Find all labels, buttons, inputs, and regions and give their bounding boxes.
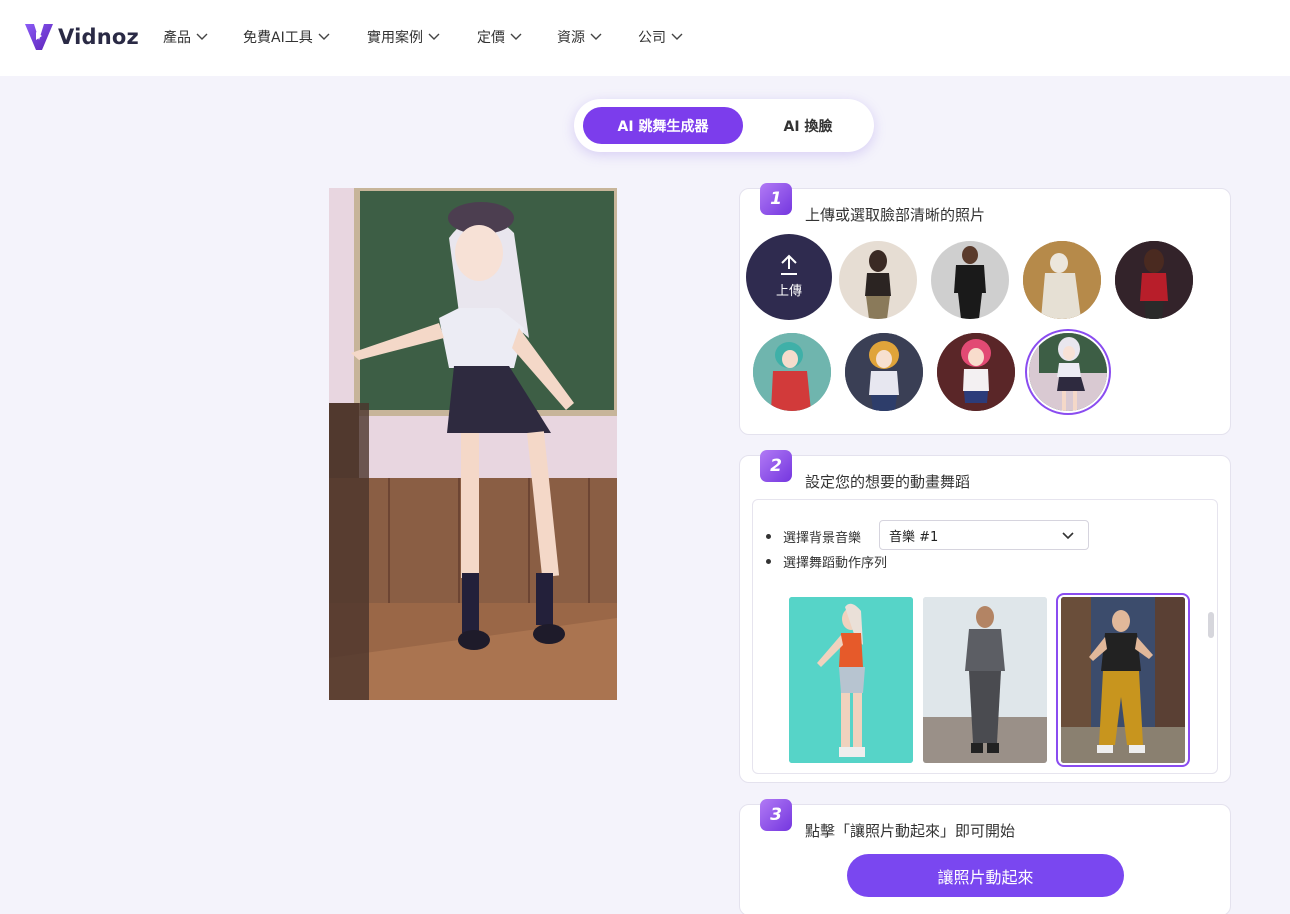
- chevron-down-icon: [318, 33, 330, 40]
- bullet-dot: [766, 534, 771, 539]
- music-bullet: 選擇背景音樂: [766, 527, 861, 546]
- chevron-down-icon: [590, 33, 602, 40]
- mode-toggle: AI 跳舞生成器 AI 換臉: [574, 99, 874, 152]
- step-number-badge: 2: [760, 450, 792, 482]
- step3-title: 點擊「讓照片動起來」即可開始: [805, 822, 1016, 840]
- sample-photo-anime-pink[interactable]: [937, 333, 1015, 411]
- sample-photo-woman-red[interactable]: [1115, 241, 1193, 319]
- chevron-down-icon: [1062, 532, 1074, 540]
- upload-label: 上傳: [775, 284, 802, 299]
- nav-label: 資源: [557, 30, 585, 46]
- scrollbar[interactable]: [1208, 612, 1214, 638]
- step1-title: 上傳或選取臉部清晰的照片: [805, 206, 986, 224]
- step2-card: 2 設定您的想要的動畫舞蹈 選擇背景音樂 音樂 #1 選擇舞蹈動作序列: [739, 450, 1231, 783]
- nav-resources[interactable]: 資源: [557, 26, 638, 48]
- music-select[interactable]: 音樂 #1: [879, 520, 1089, 550]
- dance-thumb-yellow-pants[interactable]: [1061, 597, 1185, 763]
- chevron-down-icon: [671, 33, 683, 40]
- step-number-badge: 3: [760, 799, 792, 831]
- nav-label: 免費AI工具: [243, 30, 313, 46]
- nav-label: 產品: [163, 30, 191, 46]
- logo-icon: [25, 24, 53, 50]
- site-header: Vidnoz 產品 免費AI工具 實用案例 定價 資源 公司: [0, 0, 1290, 76]
- sample-photo-anime-blonde[interactable]: [845, 333, 923, 411]
- chevron-down-icon: [510, 33, 522, 40]
- sample-photo-man-suit[interactable]: [931, 241, 1009, 319]
- vidnoz-logo[interactable]: Vidnoz: [22, 20, 139, 54]
- music-label: 選擇背景音樂: [783, 531, 862, 546]
- nav-label: 實用案例: [367, 30, 423, 46]
- nav-label: 定價: [477, 30, 505, 46]
- step3-card: 3 點擊「讓照片動起來」即可開始 讓照片動起來: [739, 799, 1231, 914]
- nav-free-ai-tools[interactable]: 免費AI工具: [243, 26, 367, 48]
- dance-bullet: 選擇舞蹈動作序列: [766, 552, 887, 571]
- nav-products[interactable]: 產品: [163, 26, 243, 48]
- upload-icon: [781, 254, 797, 275]
- dance-thumb-orange-top[interactable]: [789, 597, 913, 763]
- preview-image: [329, 188, 617, 700]
- bullet-dot: [766, 559, 771, 564]
- nav-pricing[interactable]: 定價: [477, 26, 557, 48]
- main-nav: 產品 免費AI工具 實用案例 定價 資源 公司: [163, 26, 698, 48]
- dance-label: 選擇舞蹈動作序列: [783, 556, 888, 571]
- step1-card: 1 上傳或選取臉部清晰的照片 上傳: [739, 183, 1231, 435]
- tab-ai-face-swap[interactable]: AI 換臉: [748, 107, 868, 144]
- upload-button[interactable]: 上傳: [746, 234, 832, 320]
- tab-ai-dance-generator[interactable]: AI 跳舞生成器: [583, 107, 743, 144]
- nav-use-cases[interactable]: 實用案例: [367, 26, 477, 48]
- nav-label: 公司: [638, 30, 666, 46]
- chevron-down-icon: [196, 33, 208, 40]
- dance-thumb-grey-shirt[interactable]: [923, 597, 1047, 763]
- chevron-down-icon: [428, 33, 440, 40]
- sample-photo-statue[interactable]: [1023, 241, 1101, 319]
- step2-title: 設定您的想要的動畫舞蹈: [805, 473, 971, 491]
- sample-photo-woman[interactable]: [839, 241, 917, 319]
- logo-text: Vidnoz: [58, 25, 139, 49]
- dance-settings-panel: 選擇背景音樂 音樂 #1 選擇舞蹈動作序列: [752, 499, 1218, 774]
- animate-photo-button[interactable]: 讓照片動起來: [847, 854, 1124, 897]
- nav-company[interactable]: 公司: [638, 26, 698, 48]
- sample-photo-anime-white[interactable]: [1029, 333, 1107, 411]
- sample-photo-anime-green[interactable]: [753, 333, 831, 411]
- step-number-badge: 1: [760, 183, 792, 215]
- music-select-value: 音樂 #1: [889, 529, 939, 545]
